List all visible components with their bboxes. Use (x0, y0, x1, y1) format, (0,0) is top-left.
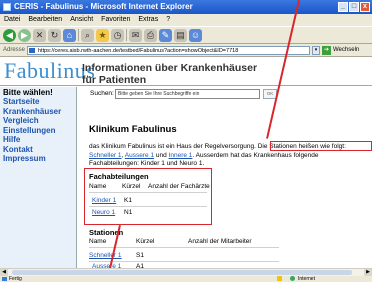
search-input[interactable]: Bitte geben Sie Ihre Suchbegriffe ein (115, 89, 260, 99)
description-text: . Ausserdem hat das Krankenhaus folgende (192, 151, 319, 159)
sidebar-item-startseite[interactable]: Startseite (0, 97, 76, 107)
address-dropdown-icon[interactable]: ▾ (312, 46, 320, 55)
scrollbar-thumb[interactable] (12, 270, 352, 275)
link-aussere-1[interactable]: Aussere 1 (125, 152, 154, 159)
description-text: und (154, 151, 169, 159)
sidebar: Bitte wählen! Startseite Krankenhäuser V… (0, 87, 76, 268)
description-line2: Schneller 1, Aussere 1 und Innere 1. Aus… (89, 152, 372, 161)
page-loaded-icon (2, 277, 7, 281)
menu-favoriten[interactable]: Favoriten (101, 14, 130, 26)
table-divider (89, 247, 279, 248)
status-text: Fertig (9, 276, 22, 282)
column-header-kuerzel: Kürzel (136, 238, 155, 245)
forward-icon[interactable]: ▶ (18, 28, 31, 42)
window-title: CERIS - Fabulinus - Microsoft Internet E… (14, 2, 193, 11)
sidebar-item-vergleich[interactable]: Vergleich (0, 116, 76, 126)
menu-bar: Datei Bearbeiten Ansicht Favoriten Extra… (0, 14, 372, 26)
scroll-right-icon[interactable]: ▶ (364, 269, 372, 276)
internet-zone-icon (290, 276, 295, 281)
window-titlebar: CERIS - Fabulinus - Microsoft Internet E… (0, 0, 372, 14)
home-icon[interactable]: ⌂ (63, 28, 76, 42)
scroll-left-icon[interactable]: ◀ (0, 269, 8, 276)
toolbar: ◀ ▶ ✕ ↻ ⌂ ⌕ ★ ◷ ✉ ⎙ ✎ ▤ ☺ (0, 26, 372, 44)
stop-icon[interactable]: ✕ (33, 28, 46, 42)
lock-icon (277, 276, 282, 281)
toolbar-separator (126, 29, 127, 41)
menu-help[interactable]: ? (166, 14, 170, 26)
toolbar-separator (78, 29, 79, 41)
sidebar-heading: Bitte wählen! (3, 88, 53, 97)
favorites-icon[interactable]: ★ (96, 28, 109, 42)
link-schneller-1[interactable]: Schneller 1 (89, 152, 122, 159)
menu-ansicht[interactable]: Ansicht (70, 14, 93, 26)
history-icon[interactable]: ◷ (111, 28, 124, 42)
close-button[interactable]: x (360, 2, 370, 12)
sidebar-item-kontakt[interactable]: Kontakt (0, 145, 76, 155)
annotation-box-stationen-text (270, 141, 372, 151)
link-innere-1[interactable]: Innere 1 (169, 152, 193, 159)
menu-datei[interactable]: Datei (4, 14, 20, 26)
messenger-icon[interactable]: ☺ (189, 28, 202, 42)
address-input[interactable]: https://ceres.aisb.rwth-aachen.de/testbe… (27, 46, 310, 55)
page-title: Informationen über Krankenhäuser für Pat… (82, 62, 257, 86)
maximize-button[interactable]: □ (349, 2, 359, 12)
sidebar-item-impressum[interactable]: Impressum (0, 154, 76, 164)
sidebar-item-hilfe[interactable]: Hilfe (0, 135, 76, 145)
edit-icon[interactable]: ✎ (159, 28, 172, 42)
sidebar-divider (76, 87, 77, 268)
menu-extras[interactable]: Extras (138, 14, 158, 26)
description-text: das Klinikum Fabulinus ist ein Haus der … (89, 143, 256, 150)
hospital-heading: Klinikum Fabulinus (89, 124, 177, 135)
back-icon[interactable]: ◀ (3, 28, 16, 42)
status-bar: Fertig Internet (0, 276, 372, 282)
page-icon (29, 48, 35, 53)
column-header-count: Anzahl der Mitarbeiter (188, 238, 252, 245)
refresh-icon[interactable]: ↻ (48, 28, 61, 42)
print-icon[interactable]: ⎙ (144, 28, 157, 42)
search-label: Suchen: (90, 90, 114, 97)
menu-bearbeiten[interactable]: Bearbeiten (28, 14, 62, 26)
header-divider (0, 85, 372, 86)
table-divider (89, 261, 279, 262)
ie-icon (3, 3, 11, 11)
go-arrow-icon[interactable]: ➔ (322, 46, 331, 55)
table-row-name-link[interactable]: Schneller 1 (89, 252, 122, 259)
search-row: Suchen: Bitte geben Sie Ihre Suchbegriff… (84, 88, 372, 102)
sidebar-item-krankenhaeuser[interactable]: Krankenhäuser (0, 107, 76, 117)
zone-label: Internet (298, 276, 315, 282)
minimize-button[interactable]: _ (338, 2, 348, 12)
address-bar: Adresse https://ceres.aisb.rwth-aachen.d… (0, 44, 372, 57)
page-title-line1: Informationen über Krankenhäuser (82, 62, 258, 74)
annotation-box-fachabteilungen (84, 168, 212, 225)
search-icon[interactable]: ⌕ (81, 28, 94, 42)
table-row-code: S1 (136, 252, 144, 259)
discuss-icon[interactable]: ▤ (174, 28, 187, 42)
horizontal-scrollbar[interactable]: ◀ ▶ (0, 268, 372, 276)
address-label: Adresse (3, 47, 26, 53)
mail-icon[interactable]: ✉ (129, 28, 142, 42)
go-button[interactable]: Wechseln (333, 44, 359, 57)
window-controls: _ □ x (338, 2, 370, 12)
sidebar-item-einstellungen[interactable]: Einstellungen (0, 126, 76, 136)
address-url: https://ceres.aisb.rwth-aachen.de/testbe… (38, 48, 239, 54)
column-header-name: Name (89, 238, 107, 245)
